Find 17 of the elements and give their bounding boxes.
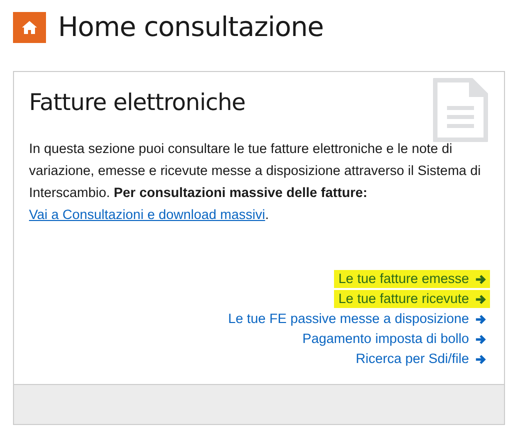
invoice-link[interactable]: Le tue fatture ricevute: [334, 290, 490, 308]
page-title: Home consultazione: [58, 12, 324, 43]
invoice-link[interactable]: Ricerca per Sdi/file: [352, 350, 490, 368]
arrow-right-icon: [475, 354, 486, 364]
arrow-right-icon: [475, 334, 486, 344]
invoice-link[interactable]: Pagamento imposta di bollo: [298, 330, 490, 348]
card-title: Fatture elettroniche: [29, 90, 246, 116]
arrow-right-icon: [475, 274, 486, 284]
home-icon: [21, 20, 38, 35]
consultation-link[interactable]: Vai a Consultazioni e download massivi: [29, 207, 266, 222]
invoice-link[interactable]: Le tue fatture emesse: [334, 270, 490, 288]
arrow-right-icon: [475, 294, 486, 304]
home-button[interactable]: [13, 12, 46, 43]
description-text: In questa sezione puoi consultare le tue fatture elettroniche e le note di variazione, emesse e ricevute messe a disposizione attraverso il Sistema di Interscambio. Per consultazioni massive delle fatture: Vai a Consultazioni e download massivi.: [29, 140, 482, 224]
invoice-link[interactable]: Le tue FE passive messe a disposizione: [224, 310, 490, 328]
document-icon: [433, 78, 488, 142]
arrow-right-icon: [475, 314, 486, 324]
